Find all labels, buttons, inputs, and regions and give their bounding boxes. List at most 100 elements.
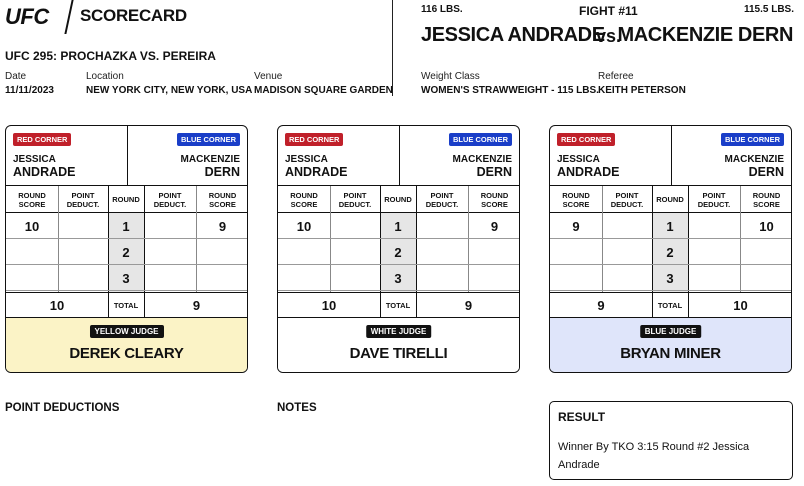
blue-fighter: MACKENZIE DERN (453, 153, 512, 179)
red-last-name: ANDRADE (285, 165, 348, 179)
round-number: 2 (666, 244, 674, 260)
blue-fighter-name: MACKENZIE DERN (617, 24, 793, 46)
blue-total: 9 (192, 297, 201, 313)
judge-name: DAVE TIRELLI (349, 345, 448, 362)
blue-corner-badge: BLUE CORNER (448, 133, 512, 146)
judge-box: YELLOW JUDGE DEREK CLEARY (6, 318, 247, 372)
red-round-score (6, 265, 58, 291)
red-round-score (550, 239, 602, 265)
round-header: ROUND (112, 195, 140, 204)
red-total: 10 (49, 297, 65, 313)
red-fighter-name: JESSICA ANDRADE (421, 24, 605, 46)
red-point-deduct-header: POINT DEDUCT. (610, 190, 644, 209)
blue-round-score: 9 (490, 218, 499, 234)
blue-round-score (740, 239, 791, 265)
ufc-logo: UFC (5, 4, 49, 29)
total-row: 9 TOTAL 10 (550, 292, 791, 318)
logo-divider (64, 0, 74, 34)
red-weight: 116 LBS. (421, 4, 463, 15)
total-label: TOTAL (113, 300, 139, 310)
round-row: 10 1 9 (278, 213, 519, 239)
red-corner-badge: RED CORNER (285, 133, 344, 146)
round-number: 3 (122, 270, 130, 286)
blue-point-deduct-header: POINT DEDUCT. (697, 190, 731, 209)
red-round-score-header: ROUND SCORE (18, 190, 46, 209)
blue-total: 10 (733, 297, 748, 313)
weight-class-label: Weight Class (421, 71, 480, 82)
blue-last-name: DERN (748, 165, 784, 179)
point-deductions-title: POINT DEDUCTIONS (5, 402, 120, 414)
red-round-score (278, 265, 330, 291)
blue-total: 9 (464, 297, 473, 313)
blue-point-deduct-header: POINT DEDUCT. (425, 190, 459, 209)
round-row: 2 (278, 239, 519, 265)
round-number: 3 (666, 270, 674, 286)
blue-fighter: MACKENZIE DERN (725, 153, 784, 179)
red-point-deduct-header: POINT DEDUCT. (66, 190, 100, 209)
blue-round-score (468, 239, 519, 265)
round-row: 10 1 9 (6, 213, 247, 239)
date-value: 11/11/2023 (5, 85, 54, 96)
red-corner-badge: RED CORNER (557, 133, 616, 146)
round-header: ROUND (656, 195, 684, 204)
red-point-deduct-header: POINT DEDUCT. (338, 190, 372, 209)
total-row: 10 TOTAL 9 (278, 292, 519, 318)
red-round-score: 9 (572, 218, 580, 234)
blue-round-score (196, 265, 247, 291)
blue-corner-badge: BLUE CORNER (176, 133, 240, 146)
referee-value: KEITH PETERSON (598, 85, 686, 96)
round-row: 3 (6, 265, 247, 291)
red-round-score: 10 (24, 218, 40, 234)
round-number: 2 (122, 244, 130, 260)
judge-name: DEREK CLEARY (69, 345, 184, 362)
location-label: Location (86, 71, 124, 82)
total-label: TOTAL (385, 300, 411, 310)
round-number: 2 (394, 244, 402, 260)
corner-row: RED CORNER BLUE CORNER JESSICA ANDRADE MACKE… (550, 126, 791, 186)
header-divider (392, 0, 393, 96)
red-fighter: JESSICA ANDRADE (285, 153, 348, 179)
result-box: RESULT Winner By TKO 3:15 Round #2 Jessi… (549, 401, 793, 480)
red-last-name: ANDRADE (557, 165, 620, 179)
blue-round-score: 10 (759, 218, 774, 234)
date-label: Date (5, 71, 27, 82)
red-round-score-header: ROUND SCORE (290, 190, 318, 209)
red-corner-badge: RED CORNER (13, 133, 72, 146)
venue-value: MADISON SQUARE GARDEN (254, 85, 393, 96)
round-number: 1 (122, 218, 130, 234)
round-header: ROUND (384, 195, 412, 204)
blue-round-score-header: ROUND SCORE (752, 190, 781, 209)
total-row: 10 TOTAL 9 (6, 292, 247, 318)
score-header-row: ROUND SCORE POINT DEDUCT. ROUND POINT DEDUC… (6, 186, 247, 213)
blue-point-deduct-header: POINT DEDUCT. (153, 190, 187, 209)
blue-round-score (468, 265, 519, 291)
referee-label: Referee (598, 71, 634, 82)
blue-round-score-header: ROUND SCORE (208, 190, 237, 209)
red-total: 10 (321, 297, 337, 313)
round-number: 1 (394, 218, 402, 234)
round-row: 9 1 10 (550, 213, 791, 239)
blue-corner-badge: BLUE CORNER (720, 133, 784, 146)
judge-badge: YELLOW JUDGE (89, 325, 164, 338)
judge-box: BLUE JUDGE BRYAN MINER (550, 318, 791, 372)
red-fighter: JESSICA ANDRADE (13, 153, 76, 179)
red-round-score: 10 (296, 218, 312, 234)
red-last-name: ANDRADE (13, 165, 76, 179)
judge-badge: WHITE JUDGE (365, 325, 432, 338)
result-title: RESULT (558, 410, 606, 424)
judge-badge: BLUE JUDGE (639, 325, 702, 338)
red-round-score (278, 239, 330, 265)
corner-row: RED CORNER BLUE CORNER JESSICA ANDRADE MACKE… (278, 126, 519, 186)
round-row: 2 (6, 239, 247, 265)
location-value: NEW YORK CITY, NEW YORK, USA (86, 85, 253, 96)
blue-last-name: DERN (204, 165, 240, 179)
red-round-score (6, 239, 58, 265)
weight-class-value: WOMEN'S STRAWWEIGHT - 115 LBS. (421, 85, 599, 96)
result-text: Winner By TKO 3:15 Round #2 Jessica Andr… (558, 441, 750, 471)
judge-card: RED CORNER BLUE CORNER JESSICA ANDRADE MACKE… (549, 125, 792, 373)
blue-round-score-header: ROUND SCORE (480, 190, 509, 209)
page-title: SCORECARD (80, 6, 187, 25)
blue-round-score (740, 265, 791, 291)
round-number: 3 (394, 270, 402, 286)
fight-number: FIGHT #11 (579, 4, 638, 18)
